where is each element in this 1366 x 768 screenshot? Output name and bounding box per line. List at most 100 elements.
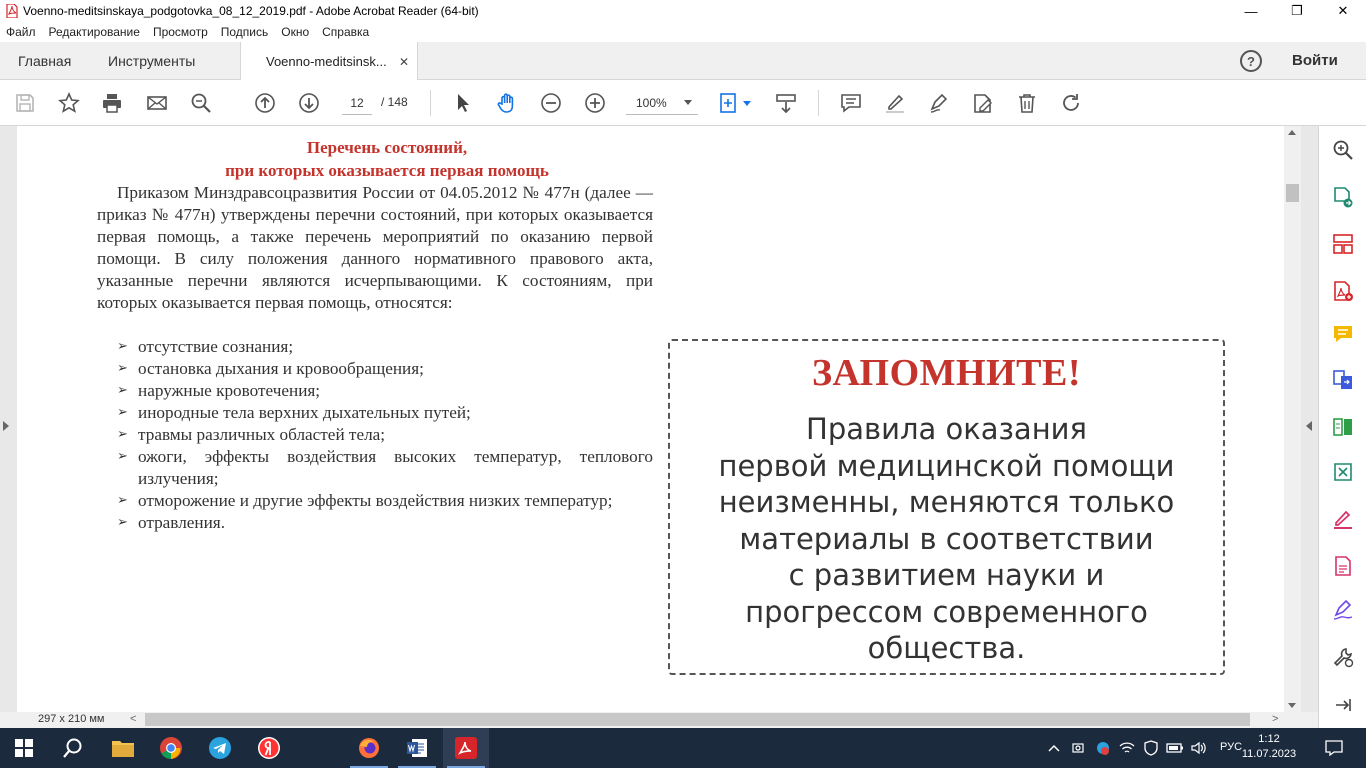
- previous-page-icon[interactable]: [253, 91, 277, 115]
- close-tab-icon[interactable]: ✕: [399, 55, 409, 69]
- remember-line: первой медицинской помощи: [718, 448, 1175, 483]
- word-icon[interactable]: [394, 728, 440, 768]
- close-window-button[interactable]: ✕: [1320, 0, 1366, 22]
- notifications-icon[interactable]: [1318, 728, 1350, 768]
- draw-pen-icon[interactable]: [927, 91, 951, 115]
- pdf-file-icon: [5, 4, 19, 18]
- battery-icon[interactable]: [1166, 728, 1184, 768]
- volume-icon[interactable]: [1190, 728, 1208, 768]
- search-icon[interactable]: [50, 728, 96, 768]
- doc-paragraph-text: Приказом Минздравсоцразвития России от 0…: [97, 183, 653, 312]
- toolbar: / 148 100%: [0, 80, 1366, 126]
- doc-heading-line1: Перечень состояний,: [306, 138, 468, 157]
- zoom-value: 100%: [636, 95, 667, 110]
- chrome-icon[interactable]: [148, 728, 194, 768]
- compare-files-icon[interactable]: [1331, 415, 1355, 439]
- remember-line: прогрессом современного: [745, 594, 1148, 629]
- zoom-out-icon[interactable]: [539, 91, 563, 115]
- file-explorer-icon[interactable]: [100, 728, 146, 768]
- right-pane-toggle-icon[interactable]: [1306, 421, 1312, 431]
- highlight-icon[interactable]: [883, 91, 907, 115]
- comment-tool-icon[interactable]: [1331, 322, 1355, 346]
- fit-page-icon[interactable]: [717, 91, 741, 115]
- clock[interactable]: 1:12 11.07.2023: [1220, 732, 1298, 762]
- yandex-browser-icon[interactable]: [246, 728, 292, 768]
- help-button[interactable]: ?: [1240, 50, 1262, 72]
- create-pdf-icon[interactable]: [1331, 279, 1355, 303]
- maximize-button[interactable]: ❐: [1274, 0, 1320, 22]
- horizontal-scroll-thumb[interactable]: [145, 713, 1250, 726]
- fill-and-sign-icon[interactable]: [1331, 598, 1355, 622]
- organize-pages-icon[interactable]: [1331, 232, 1355, 256]
- hand-tool-icon[interactable]: [495, 91, 519, 115]
- scroll-left-icon[interactable]: <: [130, 713, 136, 725]
- window-title: Voenno-meditsinskaya_podgotovka_08_12_20…: [23, 4, 479, 18]
- vertical-scrollbar[interactable]: [1284, 126, 1301, 712]
- telegram-icon[interactable]: [197, 728, 243, 768]
- export-pdf-icon[interactable]: [1331, 185, 1355, 209]
- scroll-mode-icon[interactable]: [774, 91, 798, 115]
- title-bar: Voenno-meditsinskaya_podgotovka_08_12_20…: [0, 0, 1366, 22]
- comment-icon[interactable]: [839, 91, 863, 115]
- menu-sign[interactable]: Подпись: [221, 25, 269, 39]
- toolbar-separator: [818, 90, 819, 116]
- tab-document-label: Voenno-meditsinsk...: [266, 54, 387, 69]
- search-zoom-icon[interactable]: [189, 91, 213, 115]
- edit-pdf-icon[interactable]: [1331, 507, 1355, 531]
- menu-help[interactable]: Справка: [322, 25, 369, 39]
- print-icon[interactable]: [100, 91, 124, 115]
- protect-pdf-icon[interactable]: [1331, 554, 1355, 578]
- collapse-pane-icon[interactable]: [1331, 693, 1355, 717]
- menu-view[interactable]: Просмотр: [153, 25, 208, 39]
- scroll-down-icon[interactable]: [1288, 703, 1296, 708]
- list-item: отравления.: [117, 512, 653, 534]
- list-item: отморожение и другие эффекты воздействия…: [117, 490, 653, 512]
- zoom-select[interactable]: 100%: [626, 91, 698, 115]
- scroll-thumb[interactable]: [1286, 184, 1299, 202]
- fill-sign-icon[interactable]: [971, 91, 995, 115]
- list-item: травмы различных областей тела;: [117, 424, 653, 446]
- sign-in-button[interactable]: Войти: [1292, 52, 1338, 69]
- acrobat-reader-icon[interactable]: [443, 728, 489, 768]
- network-wifi-icon[interactable]: [1118, 728, 1136, 768]
- scan-ocr-icon[interactable]: [1331, 460, 1355, 484]
- menu-edit[interactable]: Редактирование: [49, 25, 140, 39]
- menu-file[interactable]: Файл: [6, 25, 36, 39]
- save-icon[interactable]: [13, 91, 37, 115]
- page-size-label: 297 x 210 мм: [38, 713, 105, 725]
- rotate-icon[interactable]: [1059, 91, 1083, 115]
- page-number-input[interactable]: [342, 91, 372, 115]
- tab-home[interactable]: Главная: [18, 42, 71, 80]
- remember-line: материалы в соответствии: [739, 521, 1154, 556]
- combine-files-icon[interactable]: [1331, 368, 1355, 392]
- zoom-in-icon[interactable]: [583, 91, 607, 115]
- start-button[interactable]: [0, 728, 48, 768]
- remember-title: ЗАПОМНИТЕ!: [812, 352, 1081, 394]
- minimize-button[interactable]: —: [1228, 0, 1274, 22]
- remember-box: ЗАПОМНИТЕ! Правила оказания первой медиц…: [668, 339, 1225, 675]
- next-page-icon[interactable]: [297, 91, 321, 115]
- email-icon[interactable]: [145, 91, 169, 115]
- more-tools-icon[interactable]: [1331, 645, 1355, 669]
- toolbar-separator: [430, 90, 431, 116]
- bookmark-star-icon[interactable]: [57, 91, 81, 115]
- tab-tools[interactable]: Инструменты: [108, 42, 195, 80]
- select-cursor-icon[interactable]: [451, 91, 475, 115]
- tray-app-icon[interactable]: [1070, 728, 1088, 768]
- scroll-right-icon[interactable]: >: [1272, 713, 1278, 725]
- tray-antivirus-icon[interactable]: [1094, 728, 1112, 768]
- delete-icon[interactable]: [1015, 91, 1039, 115]
- left-pane-toggle-icon[interactable]: [3, 421, 9, 431]
- search-text-icon[interactable]: [1331, 138, 1355, 162]
- menu-window[interactable]: Окно: [281, 25, 309, 39]
- menu-bar: Файл Редактирование Просмотр Подпись Окн…: [0, 22, 1366, 42]
- firefox-icon[interactable]: [346, 728, 392, 768]
- security-shield-icon[interactable]: [1142, 728, 1160, 768]
- scroll-up-icon[interactable]: [1288, 130, 1296, 135]
- tools-pane: [1318, 126, 1366, 728]
- tray-chevron-up-icon[interactable]: [1046, 728, 1062, 768]
- tab-document[interactable]: Voenno-meditsinsk... ✕: [240, 42, 418, 81]
- fit-chevron-down-icon[interactable]: [743, 101, 751, 106]
- remember-line: Правила оказания: [806, 412, 1087, 446]
- document-viewport[interactable]: Перечень состояний, при которых оказывае…: [0, 126, 1318, 712]
